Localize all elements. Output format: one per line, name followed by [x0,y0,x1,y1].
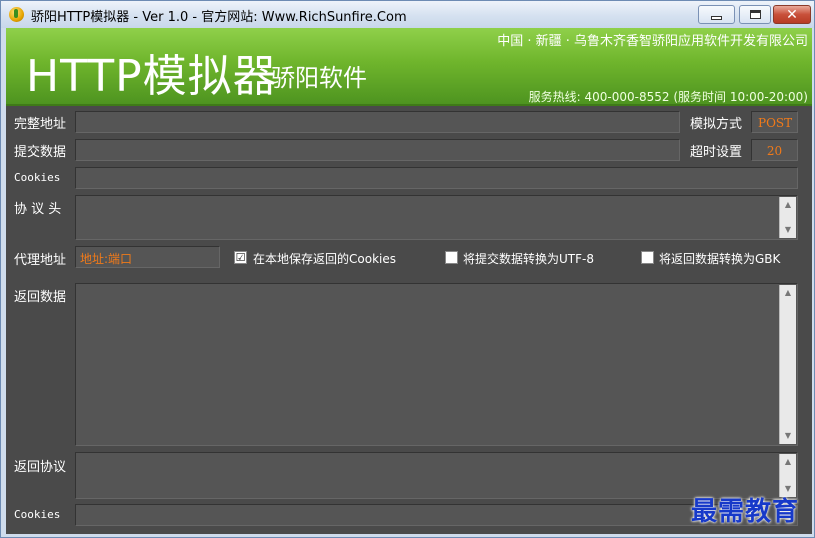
postdata-input[interactable] [75,139,680,161]
headers-label: 协 议 头 [14,202,62,217]
app-window: 骄阳HTTP模拟器 - Ver 1.0 - 官方网站: Www.RichSunf… [0,0,815,538]
gbk-label[interactable]: 将返回数据转换为GBK [659,250,780,267]
proxy-input[interactable]: 地址:端口 [75,246,220,268]
response-textarea[interactable]: ▲ ▼ [75,283,798,446]
scroll-up-icon[interactable]: ▲ [780,197,796,213]
header-banner: HTTP模拟器 骄阳软件 中国 · 新疆 · 乌鲁木齐香智骄阳应用软件开发有限公… [6,28,812,106]
save-cookies-checkbox[interactable]: ☑ [234,251,247,264]
headers-textarea[interactable]: ▲ ▼ [75,195,798,240]
postdata-label: 提交数据 [14,145,67,160]
resp-headers-label: 返回协议 [14,460,67,475]
timeout-label: 超时设置 [690,145,743,160]
company-name: 中国 · 新疆 · 乌鲁木齐香智骄阳应用软件开发有限公司 [497,34,808,49]
method-field[interactable]: POST [751,111,798,133]
service-hotline: 服务热线: 400-000-8552 (服务时间 10:00-20:00) [528,90,808,104]
scroll-up-icon[interactable]: ▲ [780,454,796,470]
gbk-checkbox[interactable] [641,251,654,264]
minimize-icon [711,15,722,20]
close-icon: ✕ [786,6,798,23]
cookies-label: Cookies [14,171,61,184]
watermark: 最需教育 [691,497,800,527]
maximize-icon [749,10,761,19]
title-bar[interactable]: 骄阳HTTP模拟器 - Ver 1.0 - 官方网站: Www.RichSunf… [1,1,814,28]
response-label: 返回数据 [14,290,67,305]
minimize-button[interactable] [698,5,735,24]
headers-scrollbar[interactable]: ▲ ▼ [779,197,796,238]
scroll-down-icon[interactable]: ▼ [780,222,796,238]
proxy-label: 代理地址 [14,253,67,268]
scroll-up-icon[interactable]: ▲ [780,285,796,301]
resp-cookies-label: Cookies [14,508,61,521]
save-cookies-label[interactable]: 在本地保存返回的Cookies [253,250,396,267]
main-panel: 完整地址 模拟方式 POST 提交数据 超时设置 20 Cookies 协 议 … [6,106,812,534]
url-label: 完整地址 [14,117,67,132]
maximize-button[interactable] [739,5,771,24]
window-title: 骄阳HTTP模拟器 - Ver 1.0 - 官方网站: Www.RichSunf… [31,10,407,25]
timeout-field[interactable]: 20 [751,139,798,161]
close-button[interactable]: ✕ [773,5,811,24]
scroll-down-icon[interactable]: ▼ [780,428,796,444]
logo-subtitle: 骄阳软件 [271,64,367,92]
url-input[interactable] [75,111,680,133]
resp-headers-textarea[interactable]: ▲ ▼ [75,452,798,499]
utf8-label[interactable]: 将提交数据转换为UTF-8 [463,250,594,267]
method-label: 模拟方式 [690,117,743,132]
response-scrollbar[interactable]: ▲ ▼ [779,285,796,444]
cookies-input[interactable] [75,167,798,189]
resp-cookies-input[interactable] [75,504,798,526]
utf8-checkbox[interactable] [445,251,458,264]
logo-title: HTTP模拟器 [26,51,278,102]
sun-icon [9,7,24,22]
